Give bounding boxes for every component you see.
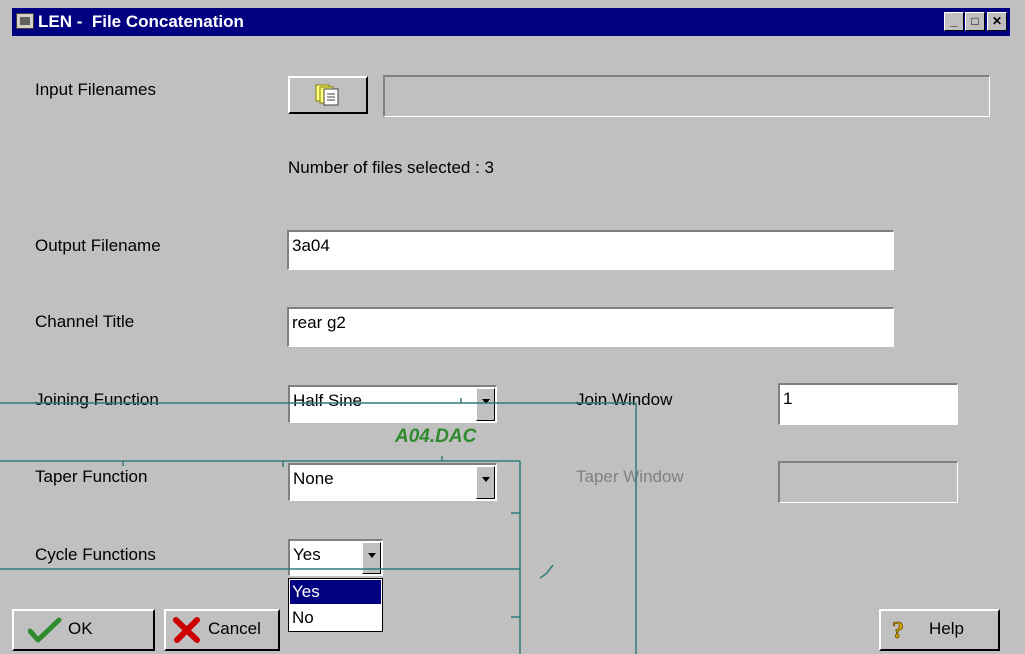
dropdown-option-no[interactable]: No xyxy=(290,606,381,630)
window-title: LEN - File Concatenation xyxy=(38,12,244,31)
input-filenames-label: Input Filenames xyxy=(35,80,156,99)
joining-function-label: Joining Function xyxy=(35,390,159,409)
browse-files-button[interactable] xyxy=(288,76,368,114)
annotation-label: A04.DAC xyxy=(395,426,477,447)
cycle-functions-select[interactable]: Yes xyxy=(288,539,383,576)
chevron-down-icon[interactable] xyxy=(476,466,495,499)
svg-text:?: ? xyxy=(892,618,904,642)
help-question-icon: ? xyxy=(892,618,905,642)
join-window-input[interactable]: 1 xyxy=(778,383,958,425)
maximize-button[interactable]: □ xyxy=(965,12,985,31)
cycle-functions-label: Cycle Functions xyxy=(35,545,156,564)
taper-window-label: Taper Window xyxy=(576,467,684,486)
help-label: Help xyxy=(929,619,964,638)
output-filename-label: Output Filename xyxy=(35,236,161,255)
minimize-icon: _ xyxy=(950,14,958,28)
channel-title-input[interactable]: rear g2 xyxy=(287,307,894,347)
help-button[interactable]: ? Help xyxy=(879,609,1000,651)
files-icon xyxy=(315,84,339,106)
cancel-x-icon xyxy=(173,617,200,643)
dropdown-option-yes[interactable]: Yes xyxy=(290,580,381,604)
ok-label: OK xyxy=(68,619,93,638)
files-selected-text: Number of files selected : 3 xyxy=(288,158,494,177)
taper-function-select[interactable]: None xyxy=(288,463,497,501)
minimize-button[interactable]: _ xyxy=(944,12,964,31)
cycle-functions-value: Yes xyxy=(293,545,321,564)
checkmark-icon xyxy=(28,617,62,643)
chevron-down-icon[interactable] xyxy=(362,542,381,574)
taper-function-value: None xyxy=(293,469,334,488)
joining-function-select[interactable]: Half Sine xyxy=(288,385,497,423)
input-filenames-field[interactable] xyxy=(383,75,990,117)
channel-title-label: Channel Title xyxy=(35,312,135,331)
file-concatenation-window: LEN - File Concatenation _ □ ✕ Input Fil… xyxy=(0,0,1025,654)
close-icon: ✕ xyxy=(991,14,1003,28)
taper-function-label: Taper Function xyxy=(35,467,148,486)
app-icon[interactable] xyxy=(16,13,34,29)
title-bar[interactable]: LEN - File Concatenation _ □ ✕ xyxy=(12,8,1010,36)
taper-window-input xyxy=(778,461,958,503)
join-window-label: Join Window xyxy=(576,390,673,409)
cycle-functions-dropdown-list[interactable]: Yes No xyxy=(288,578,383,632)
joining-function-value: Half Sine xyxy=(293,391,362,410)
close-button[interactable]: ✕ xyxy=(987,12,1007,31)
cancel-label: Cancel xyxy=(208,619,261,638)
maximize-icon: □ xyxy=(971,14,979,28)
chevron-down-icon[interactable] xyxy=(476,388,495,421)
cancel-button[interactable]: Cancel xyxy=(164,609,280,651)
output-filename-input[interactable]: 3a04 xyxy=(287,230,894,270)
ok-button[interactable]: OK xyxy=(12,609,155,651)
